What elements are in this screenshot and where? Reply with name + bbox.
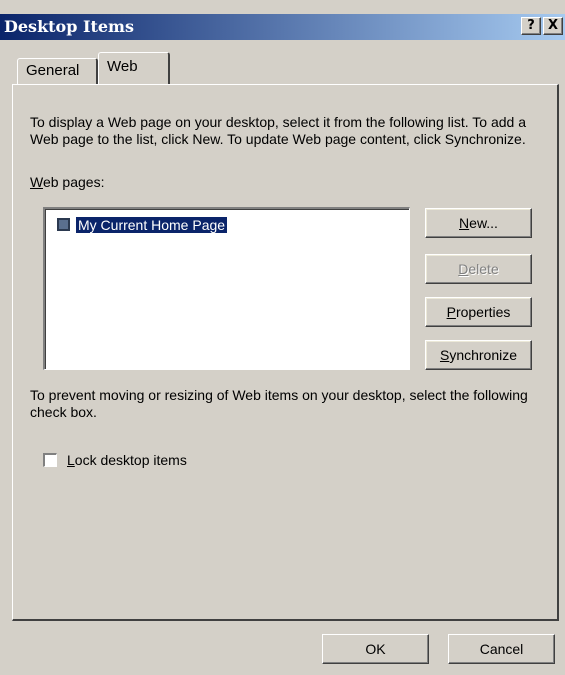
delete-button[interactable]: Delete	[425, 254, 532, 284]
new-button-rest: ew...	[469, 215, 498, 231]
new-button[interactable]: New...	[425, 208, 532, 238]
tab-web[interactable]: Web	[98, 52, 170, 84]
window-title: Desktop Items	[4, 17, 134, 36]
desktop-items-dialog: Desktop Items ? X General Web To display…	[0, 0, 565, 675]
help-button[interactable]: ?	[521, 17, 541, 35]
lock-desktop-items-label[interactable]: Lock desktop items	[67, 452, 187, 468]
title-bar[interactable]: Desktop Items ? X	[0, 14, 565, 40]
lock-label-accel: L	[67, 452, 75, 468]
web-pages-label: Web pages:	[30, 174, 104, 190]
web-description: To display a Web page on your desktop, s…	[30, 114, 526, 147]
list-item-label: My Current Home Page	[74, 215, 229, 234]
list-item[interactable]: My Current Home Page	[57, 215, 229, 234]
web-pages-label-rest: eb pages:	[42, 174, 105, 190]
synchronize-button-rest: ynchronize	[449, 347, 518, 363]
synchronize-button[interactable]: Synchronize	[425, 340, 532, 370]
web-pages-list[interactable]: My Current Home Page	[43, 207, 410, 370]
synchronize-button-accel: S	[439, 347, 450, 363]
close-button[interactable]: X	[543, 17, 563, 35]
item-checkbox[interactable]	[57, 218, 70, 231]
properties-button-rest: roperties	[455, 304, 511, 320]
delete-button-accel: D	[458, 261, 469, 277]
delete-button-rest: elete	[468, 261, 499, 277]
lock-label-rest: ock desktop items	[74, 452, 187, 468]
properties-button[interactable]: Properties	[425, 297, 532, 327]
lock-description: To prevent moving or resizing of Web ite…	[30, 387, 528, 420]
ok-button[interactable]: OK	[322, 634, 429, 664]
tab-general[interactable]: General	[17, 58, 98, 84]
properties-button-accel: P	[446, 304, 456, 320]
lock-desktop-items-option[interactable]: Lock desktop items	[43, 452, 187, 468]
cancel-button[interactable]: Cancel	[448, 634, 555, 664]
lock-desktop-items-checkbox[interactable]	[43, 453, 57, 467]
web-pages-label-accel: W	[30, 174, 43, 190]
new-button-accel: N	[459, 215, 470, 231]
